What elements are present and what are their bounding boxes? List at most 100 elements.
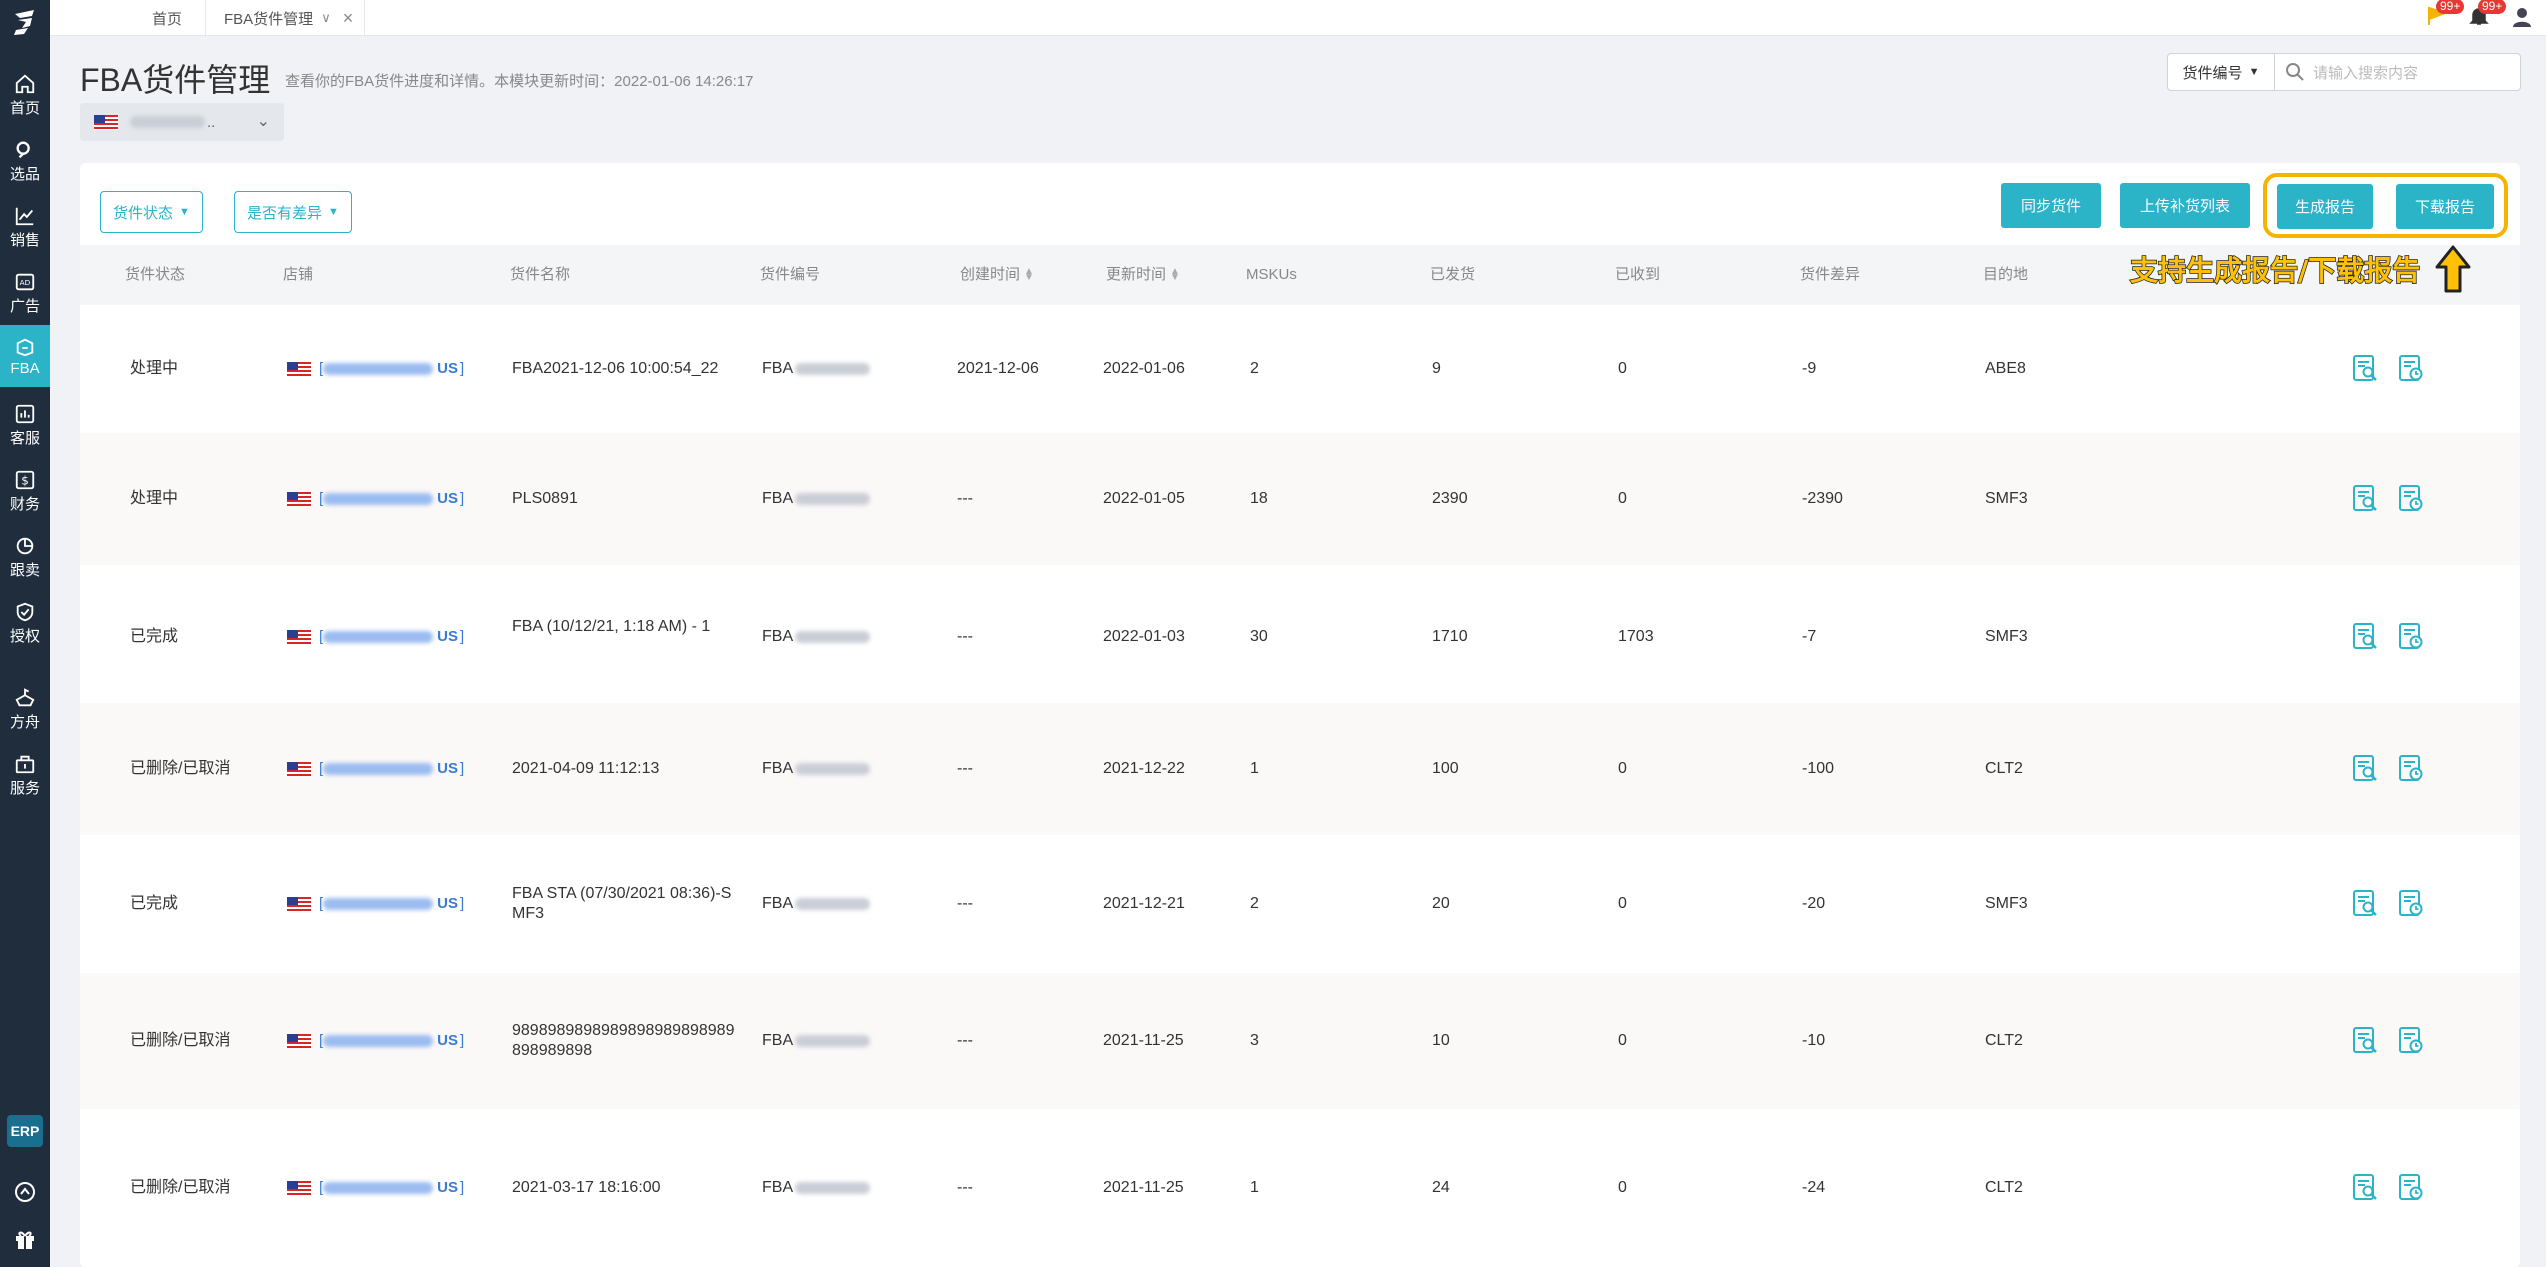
- sidebar-item-dollar[interactable]: $ 财务: [0, 460, 50, 522]
- history-log-icon[interactable]: [2396, 754, 2426, 784]
- view-detail-icon[interactable]: [2350, 622, 2380, 652]
- shipment-id-redacted: [795, 493, 871, 505]
- difference-filter[interactable]: 是否有差异 ▼: [234, 191, 352, 233]
- sidebar-item-bar-chart[interactable]: 客服: [0, 394, 50, 456]
- table-row[interactable]: 已删除/已取消 [US] 2021-04-09 11:12:13 FBA --- 2021…: [80, 703, 2520, 835]
- close-icon[interactable]: ×: [343, 8, 354, 29]
- download-report-button[interactable]: 下载报告: [2396, 184, 2494, 229]
- upload-restock-button[interactable]: 上传补货列表: [2120, 183, 2250, 228]
- avatar-icon: [2513, 8, 2531, 27]
- sidebar-item-home[interactable]: 首页: [0, 64, 50, 126]
- tab-fba-label: FBA货件管理: [224, 10, 314, 28]
- flag-notification[interactable]: 99+: [2426, 0, 2465, 31]
- status-cell: 处理中: [130, 490, 179, 507]
- shipment-id-prefix: FBA: [762, 628, 794, 645]
- created-cell: 2021-12-06: [957, 360, 1039, 377]
- store-cell[interactable]: [US]: [287, 359, 464, 379]
- sidebar-item-label: 财务: [9, 495, 40, 513]
- store-name-redacted: [130, 116, 205, 128]
- gift-icon[interactable]: [13, 1227, 37, 1251]
- col-updated[interactable]: 更新时间 ▲ ▼: [1106, 245, 1180, 305]
- created-cell: ---: [957, 628, 973, 645]
- status-filter[interactable]: 货件状态 ▼: [100, 191, 203, 233]
- dollar-icon: $: [15, 470, 35, 489]
- view-detail-icon[interactable]: [2350, 484, 2380, 514]
- view-detail-icon[interactable]: [2350, 354, 2380, 384]
- flag-badge: 99+: [2436, 0, 2465, 14]
- sidebar-item-ark[interactable]: 方舟: [0, 678, 50, 740]
- sidebar-item-label: 授权: [9, 627, 40, 645]
- bar-chart-icon: [15, 404, 35, 423]
- user-menu[interactable]: [2510, 5, 2536, 31]
- view-detail-icon[interactable]: [2350, 1173, 2380, 1203]
- view-detail-icon[interactable]: [2350, 1026, 2380, 1056]
- store-select[interactable]: .. ⌄: [80, 103, 284, 141]
- svg-text:$: $: [21, 473, 29, 487]
- store-marketplace: US: [437, 1032, 459, 1049]
- sidebar-item-shield[interactable]: 授权: [0, 592, 50, 654]
- sort-icon[interactable]: ▲ ▼: [1170, 267, 1180, 283]
- updated-cell: 2022-01-06: [1103, 360, 1185, 377]
- store-cell[interactable]: [US]: [287, 1178, 464, 1198]
- store-name-redacted: [323, 493, 434, 505]
- table-row[interactable]: 已删除/已取消 [US] 2021-03-17 18:16:00 FBA --- 2021…: [80, 1109, 2520, 1267]
- col-created[interactable]: 创建时间 ▲ ▼: [960, 245, 1034, 305]
- search-type-select[interactable]: 货件编号 ▼: [2168, 54, 2275, 90]
- history-log-icon[interactable]: [2396, 1173, 2426, 1203]
- view-detail-icon[interactable]: [2350, 754, 2380, 784]
- sidebar-item-pie-chart[interactable]: 跟卖: [0, 526, 50, 588]
- shipment-id-cell[interactable]: FBA: [762, 894, 871, 914]
- store-cell[interactable]: [US]: [287, 1031, 464, 1051]
- table-row[interactable]: 已完成 [US] FBA STA (07/30/2021 08:36)-SMF3 FB…: [80, 835, 2520, 973]
- erp-badge[interactable]: ERP: [7, 1115, 43, 1147]
- store-cell[interactable]: [US]: [287, 489, 464, 509]
- sync-shipment-button[interactable]: 同步货件: [2001, 183, 2101, 228]
- annotation: 支持生成报告/下载报告: [2129, 245, 2472, 293]
- headset-icon[interactable]: [13, 1180, 37, 1204]
- shipped-cell: 100: [1432, 760, 1459, 777]
- table-row[interactable]: 已删除/已取消 [US] 98989898989898989898989898989…: [80, 973, 2520, 1109]
- store-cell[interactable]: [US]: [287, 627, 464, 647]
- sort-icon[interactable]: ▲ ▼: [1024, 267, 1034, 283]
- sidebar-item-label: 跟卖: [9, 561, 40, 579]
- shipment-id-cell[interactable]: FBA: [762, 359, 871, 379]
- sidebar-item-ad[interactable]: AD 广告: [0, 262, 50, 324]
- store-cell[interactable]: [US]: [287, 894, 464, 914]
- updated-cell: 2021-12-22: [1103, 760, 1185, 777]
- difference-cell: -7: [1802, 628, 1817, 645]
- store-marketplace: US: [437, 490, 459, 507]
- status-cell: 已删除/已取消: [130, 1179, 231, 1196]
- view-detail-icon[interactable]: [2350, 889, 2380, 919]
- shipment-id-cell[interactable]: FBA: [762, 1031, 871, 1051]
- history-log-icon[interactable]: [2396, 1026, 2426, 1056]
- chevron-down-icon[interactable]: ∨: [321, 10, 331, 26]
- table-row[interactable]: 已完成 [US] FBA (10/12/21, 1:18 AM) - 1 FBA ---…: [80, 571, 2520, 703]
- shipment-id-cell[interactable]: FBA: [762, 759, 871, 779]
- sidebar-item-box[interactable]: FBA: [0, 325, 50, 387]
- table-row[interactable]: 处理中 [US] FBA2021-12-06 10:00:54_22 FBA 2021-…: [80, 305, 2520, 433]
- store-name-redacted: [323, 631, 434, 643]
- sidebar-item-service[interactable]: 服务: [0, 744, 50, 806]
- sidebar-item-search[interactable]: 选品: [0, 130, 50, 192]
- bracket-close: ]: [460, 1032, 465, 1049]
- logo-icon[interactable]: [12, 8, 38, 36]
- tab-fba-shipment[interactable]: FBA货件管理 ∨ ×: [205, 0, 365, 36]
- sidebar-item-chart-line[interactable]: 销售: [0, 196, 50, 258]
- store-cell[interactable]: [US]: [287, 759, 464, 779]
- history-log-icon[interactable]: [2396, 484, 2426, 514]
- generate-report-button[interactable]: 生成报告: [2277, 184, 2373, 229]
- shipment-id-cell[interactable]: FBA: [762, 1178, 871, 1198]
- search-input[interactable]: 请输入搜索内容: [2275, 62, 2520, 83]
- table-row[interactable]: 处理中 [US] PLS0891 FBA --- 2022-01-05 18 2390 0 -23…: [80, 433, 2520, 565]
- shipment-id-cell[interactable]: FBA: [762, 489, 871, 509]
- history-log-icon[interactable]: [2396, 622, 2426, 652]
- status-cell: 处理中: [130, 360, 179, 377]
- history-log-icon[interactable]: [2396, 354, 2426, 384]
- shipment-id-prefix: FBA: [762, 1179, 794, 1196]
- shipment-panel: 货件状态 ▼ 是否有差异 ▼ 同步货件 上传补货列表 生成报告 下载报告 货件状态 …: [80, 163, 2520, 1267]
- shipment-id-cell[interactable]: FBA: [762, 627, 871, 647]
- history-log-icon[interactable]: [2396, 889, 2426, 919]
- caret-down-icon: ▼: [2248, 66, 2260, 78]
- bell-notification[interactable]: 99+: [2468, 0, 2507, 31]
- tab-home[interactable]: 首页: [100, 0, 220, 36]
